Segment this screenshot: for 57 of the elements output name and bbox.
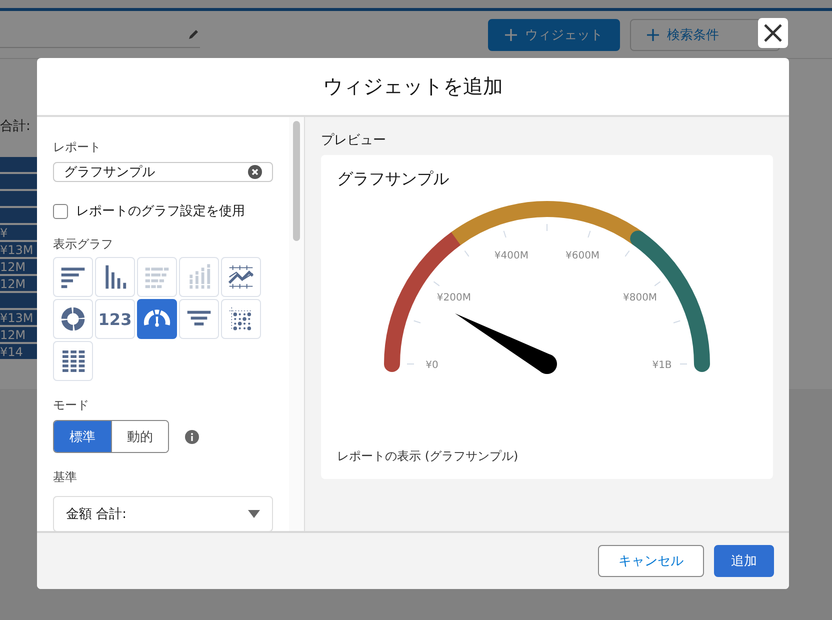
chart-bar bbox=[0, 174, 37, 189]
gauge-label: ¥600M bbox=[566, 250, 600, 262]
caret-icon bbox=[248, 510, 260, 518]
gauge-tick bbox=[654, 281, 661, 286]
scrollbar[interactable] bbox=[289, 117, 305, 531]
plus-icon bbox=[505, 28, 517, 40]
gauge-tick bbox=[673, 320, 681, 324]
gauge-tick bbox=[546, 224, 548, 232]
close-icon bbox=[764, 24, 782, 42]
preview-label: プレビュー bbox=[321, 132, 387, 149]
chart-bar: 12M bbox=[0, 276, 37, 291]
cancel-button[interactable]: キャンセル bbox=[598, 545, 704, 577]
close-button[interactable] bbox=[758, 18, 788, 48]
chart-bar: 12M bbox=[0, 259, 37, 274]
section-label: モード bbox=[53, 397, 90, 414]
section-label: 表示グラフ bbox=[53, 236, 114, 253]
report-link[interactable]: レポートの表示 (グラフサンプル) bbox=[337, 448, 757, 465]
field-label: レポート bbox=[53, 139, 102, 156]
chart-bar: ¥13M bbox=[0, 310, 37, 325]
gauge-label: ¥200M bbox=[436, 292, 471, 304]
modal-title: ウィジェットを追加 bbox=[323, 73, 503, 100]
chart-bar: ¥14 bbox=[0, 344, 37, 359]
line-chart-icon bbox=[227, 263, 255, 291]
gauge-label: ¥0 bbox=[426, 360, 438, 371]
chart-bar: 12M bbox=[0, 327, 37, 342]
chart-bar bbox=[0, 293, 37, 308]
gauge-tick bbox=[433, 281, 440, 286]
chart-type-button[interactable]: 123 bbox=[95, 299, 135, 339]
chart-bar bbox=[0, 157, 37, 172]
checkbox-label: レポートのグラフ設定を使用 bbox=[76, 203, 245, 220]
mode-option[interactable]: 標準 bbox=[54, 421, 111, 452]
chart-bar: ¥ bbox=[0, 225, 37, 240]
pencil-icon bbox=[188, 28, 200, 40]
gauge-tick bbox=[588, 230, 591, 238]
chart-bar bbox=[0, 191, 37, 206]
toolbar-button[interactable]: ウィジェット bbox=[488, 18, 620, 50]
gauge-tick bbox=[503, 230, 506, 238]
checkbox[interactable] bbox=[53, 204, 68, 218]
info-icon[interactable] bbox=[185, 430, 199, 444]
plus-icon bbox=[647, 28, 659, 40]
gauge-label: ¥800M bbox=[623, 292, 658, 304]
gauge-tick bbox=[464, 250, 470, 257]
chart-title: グラフサンプル bbox=[337, 169, 450, 190]
donut-chart-icon bbox=[59, 305, 87, 333]
clear-icon[interactable] bbox=[248, 165, 262, 179]
gauge-label: ¥1B bbox=[652, 360, 672, 371]
chart-bar: ¥13M bbox=[0, 242, 37, 257]
gauge-tick bbox=[413, 320, 421, 324]
report-field[interactable]: グラフサンプル bbox=[53, 162, 273, 182]
gauge-label: ¥400M bbox=[494, 250, 528, 262]
chart-type-button[interactable] bbox=[137, 299, 177, 339]
section-label: 基準 bbox=[53, 469, 78, 486]
summary-label: 合計: bbox=[0, 118, 32, 135]
gauge-tick bbox=[624, 250, 630, 257]
mode-option[interactable]: 動的 bbox=[111, 421, 168, 452]
add-button[interactable]: 追加 bbox=[714, 545, 774, 577]
chart-bar bbox=[0, 208, 37, 223]
